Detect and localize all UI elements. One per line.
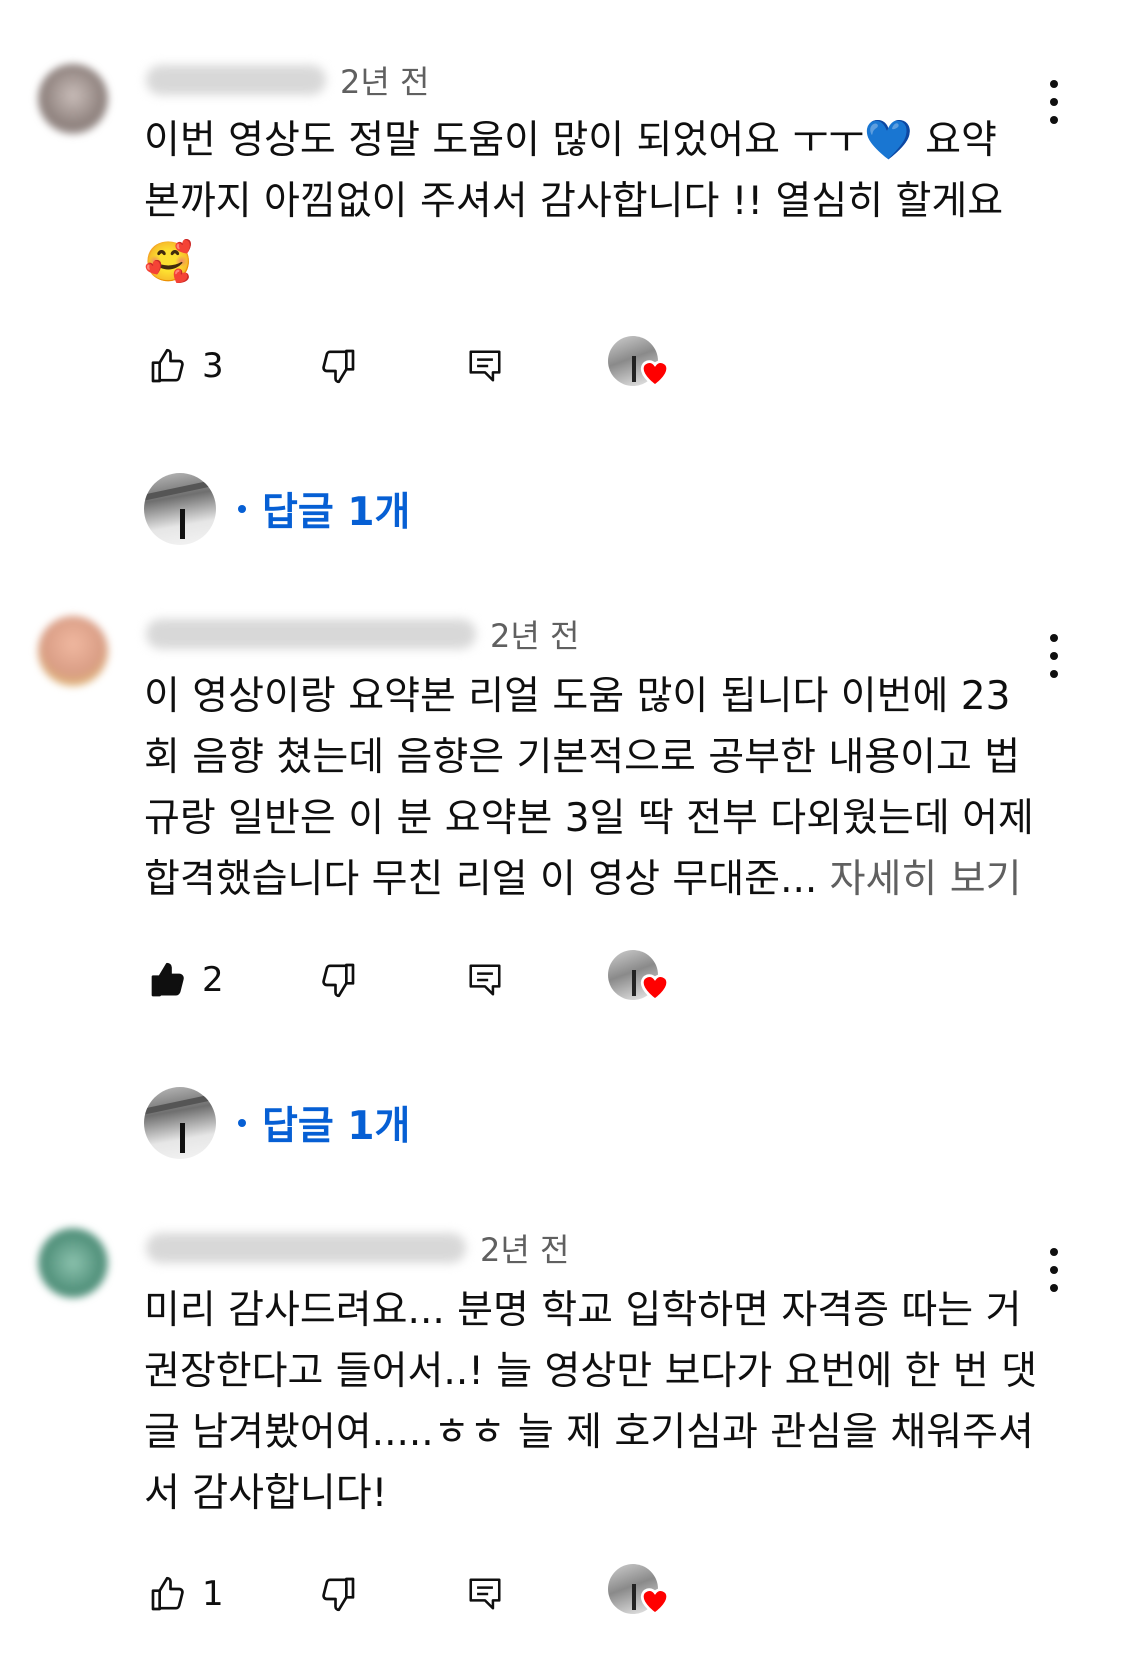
comment-actions: 2 — [0, 950, 1124, 1010]
comment-meta: 2년 전 — [146, 612, 579, 656]
more-vert-icon[interactable] — [1047, 80, 1061, 124]
thumb-down-icon — [322, 349, 355, 384]
creator-heart — [608, 950, 678, 1010]
creator-heart — [608, 1564, 678, 1624]
new-reply-dot — [238, 505, 246, 513]
dislike-button[interactable] — [318, 1564, 358, 1624]
replies-toggle[interactable]: 답글 1개 — [144, 472, 410, 546]
replies-count: 답글 1개 — [262, 1104, 411, 1149]
more-vert-icon[interactable] — [1047, 1248, 1061, 1292]
comment-time: 2년 전 — [490, 617, 580, 655]
creator-heart-icon — [640, 360, 670, 388]
comment-actions: 1 — [0, 1564, 1124, 1624]
reply-button[interactable] — [466, 336, 504, 396]
thumb-up-icon — [151, 962, 184, 997]
read-more-link[interactable]: 자세히 보기 — [817, 857, 1022, 902]
commenter-avatar[interactable] — [38, 64, 108, 134]
thumb-down-icon — [322, 1577, 355, 1612]
comment-text: 미리 감사드려요... 분명 학교 입학하면 자격증 따는 거 권장한다고 들어… — [144, 1288, 1038, 1516]
comment-meta: 2년 전 — [146, 1226, 569, 1270]
reply-button[interactable] — [466, 1564, 504, 1624]
like-count: 1 — [202, 1574, 224, 1614]
comment-time: 2년 전 — [480, 1231, 570, 1269]
commenter-avatar[interactable] — [38, 1228, 108, 1298]
reply-icon — [469, 1578, 501, 1610]
like-count: 3 — [202, 346, 224, 386]
creator-heart — [608, 336, 678, 396]
replies-count: 답글 1개 — [262, 490, 411, 535]
reply-author-avatar — [144, 1087, 216, 1159]
commenter-avatar[interactable] — [38, 616, 108, 686]
like-button[interactable]: 3 — [148, 336, 224, 396]
creator-heart-icon — [640, 1588, 670, 1616]
thumb-down-icon — [322, 963, 355, 998]
comment-actions: 3 — [0, 336, 1124, 396]
username-blurred[interactable] — [146, 619, 476, 649]
dislike-button[interactable] — [318, 336, 358, 396]
thumb-up-icon — [151, 348, 184, 383]
comment-text: 이번 영상도 정말 도움이 많이 되었어요 ㅜㅜ💙 요약 본까지 아낌없이 주셔… — [144, 118, 1004, 285]
creator-heart-icon — [640, 974, 670, 1002]
username-blurred[interactable] — [146, 1233, 466, 1263]
like-button[interactable]: 2 — [148, 950, 224, 1010]
comment-time: 2년 전 — [340, 63, 430, 101]
comment-text: 이 영상이랑 요약본 리얼 도움 많이 됩니다 이번에 23 회 음향 쳤는데 … — [144, 674, 1034, 902]
like-button[interactable]: 1 — [148, 1564, 224, 1624]
thumb-up-icon — [151, 1576, 184, 1611]
comment-meta: 2년 전 — [146, 58, 429, 102]
reply-button[interactable] — [466, 950, 504, 1010]
replies-toggle[interactable]: 답글 1개 — [144, 1086, 410, 1160]
dislike-button[interactable] — [318, 950, 358, 1010]
reply-icon — [469, 964, 501, 996]
new-reply-dot — [238, 1119, 246, 1127]
like-count: 2 — [202, 960, 224, 1000]
reply-author-avatar — [144, 473, 216, 545]
username-blurred[interactable] — [146, 65, 326, 95]
reply-icon — [469, 350, 501, 382]
more-vert-icon[interactable] — [1047, 634, 1061, 678]
